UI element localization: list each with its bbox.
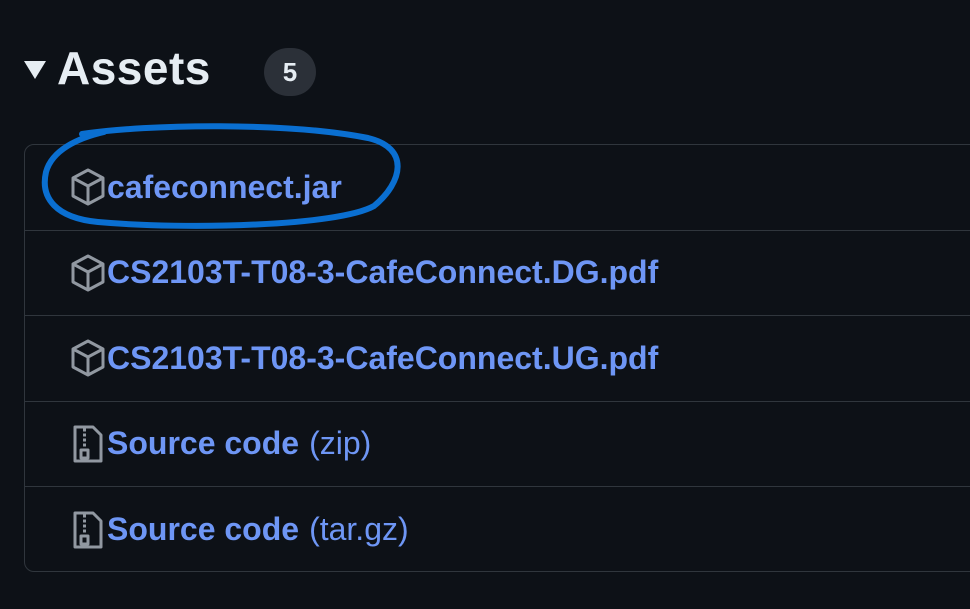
assets-count-badge: 5 bbox=[264, 48, 316, 96]
asset-link-cafeconnect-jar[interactable]: cafeconnect.jar bbox=[107, 169, 342, 206]
asset-list: cafeconnect.jar CS2103T-T08-3-CafeConnec… bbox=[24, 144, 970, 572]
package-icon bbox=[69, 167, 107, 207]
caret-down-icon bbox=[24, 61, 46, 79]
package-icon bbox=[69, 253, 107, 293]
assets-title: Assets bbox=[57, 42, 211, 94]
release-assets-page: Assets 5 cafeconnect.jar CS2103T-T08-3-C… bbox=[0, 0, 970, 609]
asset-row: CS2103T-T08-3-CafeConnect.DG.pdf bbox=[25, 231, 970, 316]
package-icon bbox=[69, 338, 107, 378]
asset-link-source-zip[interactable]: Source code bbox=[107, 425, 299, 462]
asset-suffix-zip[interactable]: (zip) bbox=[309, 425, 371, 462]
asset-row: Source code (zip) bbox=[25, 402, 970, 487]
asset-row: Source code (tar.gz) bbox=[25, 487, 970, 571]
file-zip-icon bbox=[69, 424, 107, 464]
assets-toggle[interactable]: Assets bbox=[24, 36, 211, 100]
asset-link-ug-pdf[interactable]: CS2103T-T08-3-CafeConnect.UG.pdf bbox=[107, 340, 658, 377]
file-zip-icon bbox=[69, 510, 107, 550]
asset-link-dg-pdf[interactable]: CS2103T-T08-3-CafeConnect.DG.pdf bbox=[107, 254, 658, 291]
asset-link-source-targz[interactable]: Source code bbox=[107, 511, 299, 548]
asset-row: CS2103T-T08-3-CafeConnect.UG.pdf bbox=[25, 316, 970, 402]
asset-suffix-targz[interactable]: (tar.gz) bbox=[309, 511, 409, 548]
asset-row: cafeconnect.jar bbox=[25, 145, 970, 231]
